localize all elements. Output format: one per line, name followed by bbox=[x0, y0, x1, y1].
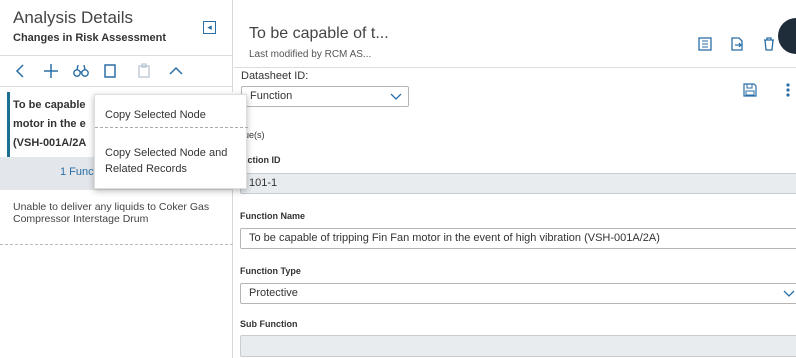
delete-icon[interactable] bbox=[761, 36, 777, 52]
copy-icon[interactable] bbox=[101, 62, 119, 80]
chevron-up-icon[interactable] bbox=[167, 62, 185, 80]
sub-function-field[interactable] bbox=[240, 335, 796, 357]
children-count-link[interactable]: 1 Funct bbox=[60, 166, 95, 178]
function-id-label: nction ID bbox=[242, 155, 281, 165]
sub-function-label: Sub Function bbox=[240, 319, 298, 329]
node-line-3: (VSH-001A/2A bbox=[13, 137, 87, 149]
chevron-down-icon bbox=[783, 290, 795, 297]
more-options-icon[interactable] bbox=[786, 82, 790, 98]
node-line-1: To be capable bbox=[13, 99, 86, 111]
datasheet-panel: To be capable of t... Last modified by R… bbox=[234, 0, 796, 358]
function-name-label: Function Name bbox=[240, 211, 306, 221]
datasheet-title: To be capable of t... bbox=[249, 25, 389, 42]
datasheet-id-label: Datasheet ID: bbox=[241, 70, 309, 82]
list-item[interactable]: Unable to deliver any liquids to Coker G… bbox=[13, 201, 223, 225]
avatar[interactable] bbox=[778, 18, 796, 54]
paste-icon[interactable] bbox=[135, 62, 153, 80]
function-name-field[interactable]: To be capable of tripping Fin Fan motor … bbox=[240, 228, 796, 249]
binoculars-icon[interactable] bbox=[72, 62, 90, 80]
list-divider bbox=[0, 244, 233, 245]
last-modified-text: Last modified by RCM AS... bbox=[249, 49, 372, 60]
menu-divider bbox=[95, 127, 248, 128]
chevron-left-icon[interactable] bbox=[12, 62, 30, 80]
save-icon[interactable] bbox=[743, 83, 757, 97]
header-divider bbox=[234, 67, 796, 68]
menu-copy-selected-node[interactable]: Copy Selected Node bbox=[105, 107, 240, 123]
context-menu: Copy Selected Node Copy Selected Node an… bbox=[94, 94, 248, 189]
datasheet-id-value: Function bbox=[250, 90, 293, 102]
tree-toolbar bbox=[0, 55, 233, 87]
chevron-down-icon bbox=[390, 93, 402, 100]
report-icon[interactable] bbox=[697, 36, 713, 52]
export-icon[interactable] bbox=[729, 36, 745, 52]
menu-copy-node-and-related[interactable]: Copy Selected Node and Related Records bbox=[105, 145, 240, 177]
function-type-label: Function Type bbox=[240, 266, 301, 276]
function-type-value: Protective bbox=[249, 287, 298, 299]
panel-subtitle: Changes in Risk Assessment bbox=[13, 32, 167, 44]
datasheet-id-select[interactable]: Function bbox=[241, 86, 409, 107]
function-id-field[interactable]: 101-1 bbox=[240, 173, 796, 194]
collapse-panel-button[interactable]: ◂ bbox=[203, 21, 216, 34]
panel-title: Analysis Details bbox=[13, 8, 133, 27]
node-line-2: motor in the e bbox=[13, 118, 86, 130]
add-icon[interactable] bbox=[42, 62, 60, 80]
function-type-select[interactable]: Protective bbox=[240, 283, 796, 304]
node-text: To be capable motor in the e (VSH-001A/2… bbox=[13, 96, 103, 153]
